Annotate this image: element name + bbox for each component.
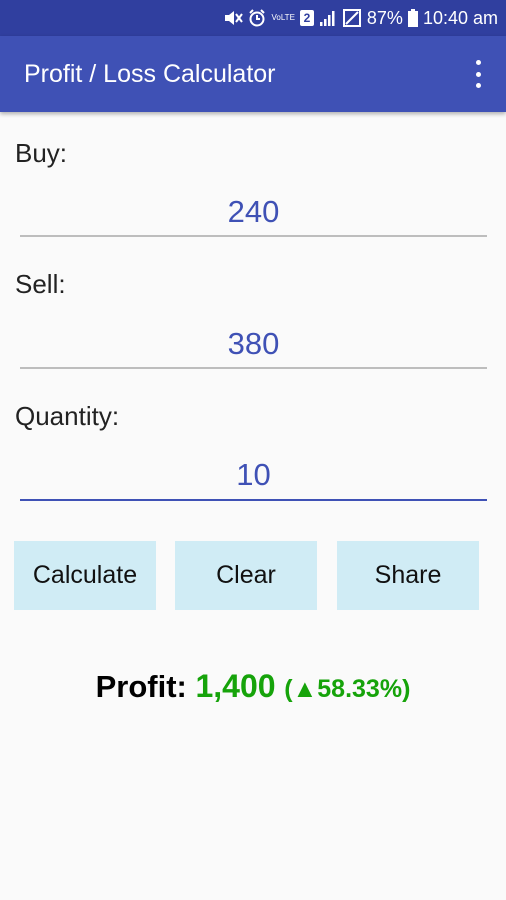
- sim-icon: 2: [299, 10, 314, 26]
- share-button[interactable]: Share: [337, 541, 479, 610]
- overflow-menu-icon[interactable]: [468, 60, 488, 88]
- sell-label: Sell:: [15, 269, 66, 299]
- profit-amount: 1,400: [195, 668, 276, 704]
- mute-icon: [223, 9, 244, 27]
- quantity-label: Quantity:: [15, 401, 120, 431]
- close-paren: ): [402, 675, 411, 703]
- profit-percent-group: (▲58.33%): [284, 675, 410, 703]
- buy-input[interactable]: [20, 188, 487, 236]
- profit-percent: 58.33%: [317, 675, 403, 703]
- result-line: Profit: 1,400 (▲58.33%): [0, 668, 506, 705]
- buy-label: Buy:: [15, 138, 68, 168]
- up-arrow-icon: ▲: [292, 675, 318, 703]
- quantity-input-underline: [20, 499, 487, 501]
- menu-dot: [475, 60, 481, 65]
- signal-icon: [319, 9, 337, 27]
- volte-icon: VoLTE: [271, 13, 295, 22]
- clock: 10:40 am: [422, 7, 498, 28]
- quantity-input[interactable]: [20, 451, 487, 499]
- sell-input[interactable]: [20, 320, 487, 368]
- clear-button[interactable]: Clear: [175, 541, 317, 610]
- battery-percent: 87%: [366, 7, 403, 28]
- no-sim-icon: [342, 8, 362, 28]
- battery-icon: [407, 9, 418, 27]
- status-bar: VoLTE 2 87% 10:40 am: [0, 0, 506, 36]
- page-title: Profit / Loss Calculator: [24, 59, 276, 88]
- open-paren: (: [284, 675, 293, 703]
- app-bar: Profit / Loss Calculator: [0, 36, 506, 112]
- menu-dot: [475, 83, 481, 88]
- alarm-icon: [248, 9, 266, 27]
- calculate-button[interactable]: Calculate: [14, 541, 156, 610]
- buy-input-underline: [20, 235, 487, 237]
- menu-dot: [475, 71, 481, 77]
- sell-input-underline: [20, 367, 487, 369]
- result-label: Profit:: [95, 669, 187, 704]
